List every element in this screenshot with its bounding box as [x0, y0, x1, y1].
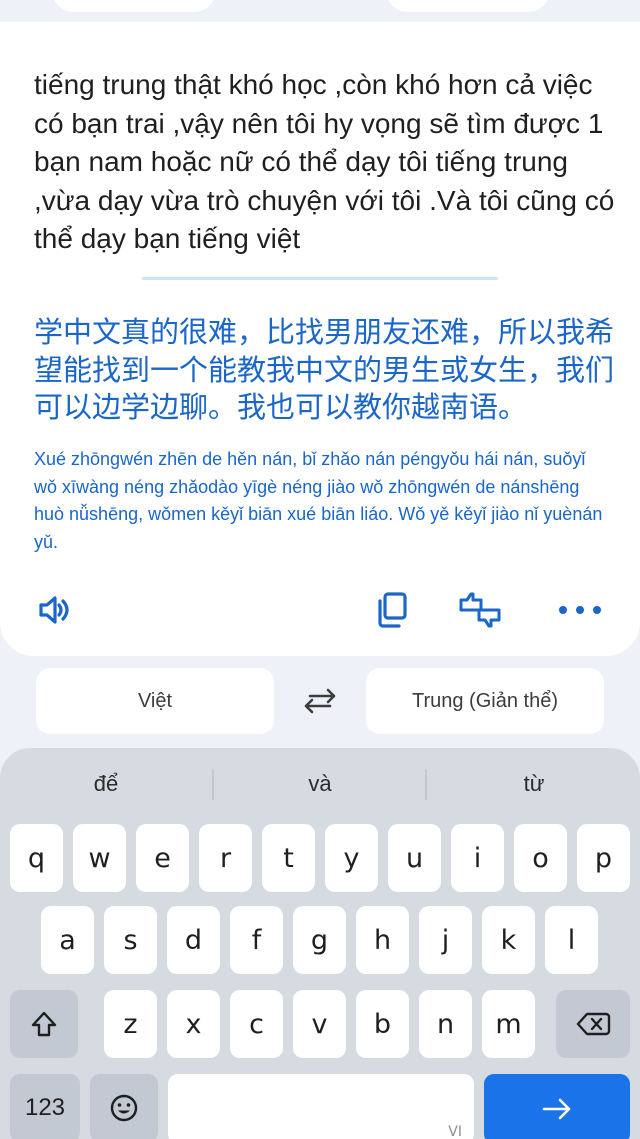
emoji-icon: [110, 1094, 138, 1122]
feedback-icon[interactable]: [456, 588, 504, 632]
key-y[interactable]: y: [325, 824, 378, 892]
key-o[interactable]: o: [514, 824, 567, 892]
backspace-key[interactable]: [556, 990, 630, 1058]
shift-key[interactable]: [10, 990, 78, 1058]
more-icon[interactable]: [554, 588, 606, 632]
keyboard: để và từ q w e r t y u i o p a s d f g h…: [0, 748, 640, 1139]
key-t[interactable]: t: [262, 824, 315, 892]
suggestion-divider: [425, 770, 427, 800]
romanization-text: Xué zhōngwén zhēn de hěn nán, bǐ zhǎo ná…: [34, 449, 603, 552]
arrow-right-icon: [542, 1098, 571, 1120]
key-f[interactable]: f: [230, 906, 283, 974]
translated-text[interactable]: 学中文真的很难，比找男朋友还难，所以我希望能找到一个能教我中文的男生或女生，我们…: [34, 314, 624, 427]
swap-languages-icon[interactable]: [300, 688, 340, 714]
target-language-button[interactable]: Trung (Giản thể): [366, 668, 604, 734]
spacebar[interactable]: VI: [168, 1074, 474, 1139]
key-x[interactable]: x: [167, 990, 220, 1058]
suggestion-2[interactable]: và: [220, 764, 420, 804]
key-a[interactable]: a: [41, 906, 94, 974]
key-s[interactable]: s: [104, 906, 157, 974]
source-language-button[interactable]: Việt: [36, 668, 274, 734]
suggestion-divider: [212, 770, 214, 800]
key-q[interactable]: q: [10, 824, 63, 892]
key-p[interactable]: p: [577, 824, 630, 892]
suggestion-3[interactable]: từ: [434, 764, 634, 804]
top-button-left[interactable]: [52, 0, 216, 12]
language-bar: Việt Trung (Giản thể): [0, 668, 640, 734]
enter-key[interactable]: [484, 1074, 630, 1139]
key-d[interactable]: d: [167, 906, 220, 974]
key-b[interactable]: b: [356, 990, 409, 1058]
key-m[interactable]: m: [482, 990, 535, 1058]
numbers-key[interactable]: 123: [10, 1074, 80, 1139]
key-i[interactable]: i: [451, 824, 504, 892]
key-w[interactable]: w: [73, 824, 126, 892]
key-e[interactable]: e: [136, 824, 189, 892]
key-n[interactable]: n: [419, 990, 472, 1058]
key-r[interactable]: r: [199, 824, 252, 892]
speaker-icon[interactable]: [32, 588, 76, 632]
backspace-icon: [576, 1012, 611, 1036]
spacebar-locale-label: VI: [448, 1124, 462, 1139]
suggestion-1[interactable]: để: [6, 764, 206, 804]
emoji-key[interactable]: [90, 1074, 158, 1139]
translation-card: tiếng trung thật khó học ,còn khó hơn cả…: [0, 22, 640, 656]
key-j[interactable]: j: [419, 906, 472, 974]
key-k[interactable]: k: [482, 906, 535, 974]
key-l[interactable]: l: [545, 906, 598, 974]
action-bar: [0, 588, 640, 632]
key-z[interactable]: z: [104, 990, 157, 1058]
divider: [142, 277, 498, 280]
key-h[interactable]: h: [356, 906, 409, 974]
copy-icon[interactable]: [370, 588, 414, 632]
key-v[interactable]: v: [293, 990, 346, 1058]
top-button-right[interactable]: [386, 0, 550, 12]
key-u[interactable]: u: [388, 824, 441, 892]
key-c[interactable]: c: [230, 990, 283, 1058]
source-text[interactable]: tiếng trung thật khó học ,còn khó hơn cả…: [34, 66, 624, 259]
key-g[interactable]: g: [293, 906, 346, 974]
shift-icon: [31, 1011, 57, 1037]
suggestion-strip: để và từ: [0, 764, 640, 804]
